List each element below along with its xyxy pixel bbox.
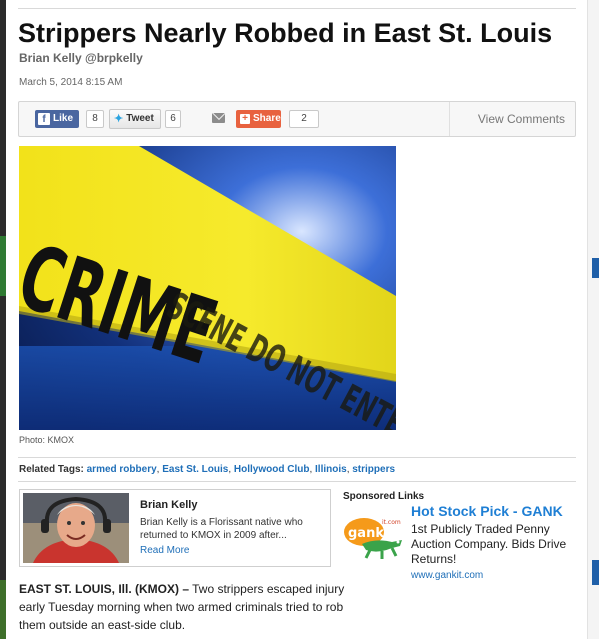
tag-illinois[interactable]: Illinois: [315, 464, 347, 475]
gankit-logo[interactable]: gank it.com: [342, 510, 408, 560]
tag-strippers[interactable]: strippers: [352, 464, 395, 475]
like-label: Like: [53, 113, 74, 124]
top-divider: [18, 8, 576, 9]
avatar[interactable]: [23, 493, 129, 563]
photo-caption: Photo: KMOX: [19, 435, 75, 445]
tweet-label: Tweet: [126, 113, 154, 124]
related-tags: Related Tags: armed robbery, East St. Lo…: [19, 464, 396, 475]
author-photo: [23, 493, 129, 563]
facebook-like-button[interactable]: f Like: [35, 110, 79, 128]
gankit-logo-image: gank it.com: [344, 518, 402, 559]
tags-divider-bottom: [18, 481, 576, 482]
logo-suffix: it.com: [382, 519, 401, 526]
author-box: Brian Kelly Brian Kelly is a Florissant …: [19, 489, 331, 567]
share-bar: f Like 8 ✦ Tweet 6 + Share 2 View Commen…: [18, 101, 576, 137]
tags-divider-top: [18, 457, 576, 458]
article-body: EAST ST. LOUIS, Ill. (KMOX) – Two stripp…: [19, 580, 349, 634]
article-photo: CRIME SCENE DO NOT ENTER: [19, 146, 396, 430]
share-button[interactable]: + Share: [236, 110, 281, 128]
tag-east-st-louis[interactable]: East St. Louis: [162, 464, 228, 475]
page-title: Strippers Nearly Robbed in East St. Loui…: [18, 18, 553, 48]
view-comments-divider: [449, 102, 450, 136]
tweet-button[interactable]: ✦ Tweet: [109, 109, 161, 129]
author-name[interactable]: Brian Kelly: [140, 499, 197, 511]
article-dateline: EAST ST. LOUIS, Ill. (KMOX) –: [19, 582, 190, 596]
ad-title-link[interactable]: Hot Stock Pick - GANK: [411, 503, 563, 519]
publish-date: March 5, 2014 8:15 AM: [19, 77, 123, 88]
twitter-icon: ✦: [114, 113, 124, 125]
share-label: Share: [253, 113, 281, 124]
facebook-icon: f: [38, 113, 50, 125]
tag-armed-robbery[interactable]: armed robbery: [87, 464, 157, 475]
logo-word: gank: [348, 526, 384, 541]
plus-icon: +: [240, 114, 250, 124]
share-count: 2: [289, 110, 319, 128]
ad-description: 1st Publicly Traded Penny Auction Compan…: [411, 522, 567, 566]
related-tags-label: Related Tags:: [19, 464, 84, 475]
left-page-edge: [0, 0, 6, 639]
author-bio: Brian Kelly is a Florissant native who r…: [140, 517, 303, 541]
tweet-count: 6: [165, 110, 181, 128]
sponsored-links-heading: Sponsored Links: [343, 491, 425, 502]
crime-scene-tape-image: CRIME SCENE DO NOT ENTER: [19, 146, 396, 430]
mail-icon[interactable]: [212, 113, 225, 123]
tag-hollywood-club[interactable]: Hollywood Club: [234, 464, 310, 475]
read-more-link[interactable]: Read More: [140, 545, 189, 556]
ad-url-link[interactable]: www.gankit.com: [411, 570, 483, 581]
right-page-edge: [587, 0, 599, 639]
like-count: 8: [86, 110, 104, 128]
view-comments-link[interactable]: View Comments: [455, 112, 565, 126]
byline[interactable]: Brian Kelly @brpkelly: [19, 51, 143, 65]
